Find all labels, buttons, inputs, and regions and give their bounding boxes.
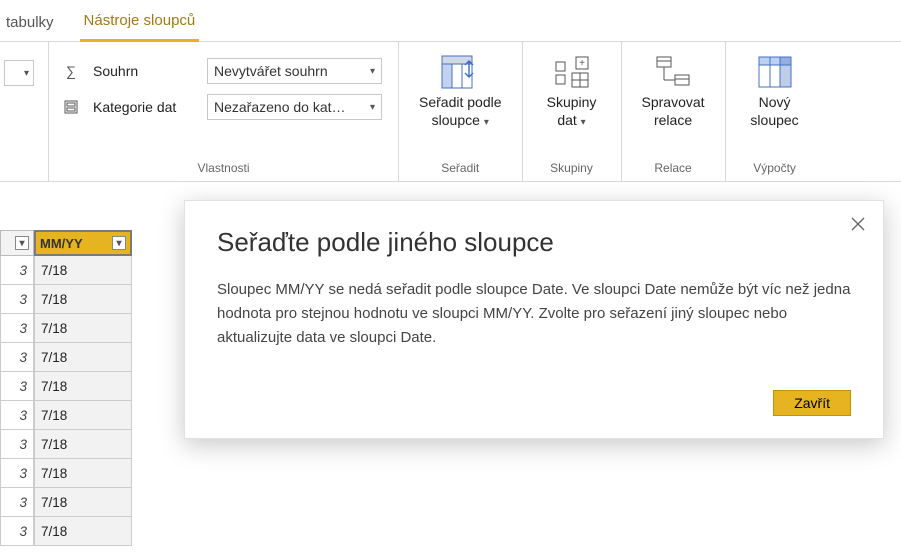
table-row[interactable]: 37/18: [0, 430, 140, 459]
cell-b[interactable]: 7/18: [34, 459, 132, 488]
table-row[interactable]: 37/18: [0, 459, 140, 488]
table-row[interactable]: 37/18: [0, 401, 140, 430]
cell-a[interactable]: 3: [0, 430, 34, 459]
sigma-icon: ∑: [63, 63, 79, 79]
cell-a[interactable]: 3: [0, 401, 34, 430]
sort-table-icon: [440, 52, 480, 92]
column-header-a[interactable]: ▾: [0, 230, 34, 256]
tab-nastroje-sloupcu[interactable]: Nástroje sloupců: [80, 4, 200, 42]
cell-a[interactable]: 3: [0, 343, 34, 372]
souhrn-label: Souhrn: [93, 63, 193, 79]
table-row[interactable]: 37/18: [0, 343, 140, 372]
cell-a[interactable]: 3: [0, 285, 34, 314]
kategorie-select[interactable]: Nezařazeno do kat… ▾: [207, 94, 382, 120]
group-label-seradit: Seřadit: [441, 157, 479, 177]
dialog-close-confirm-button[interactable]: Zavřít: [773, 390, 851, 416]
ribbon: ▾ ∑ Souhrn Nevytvářet souhrn ▾ Kategorie…: [0, 42, 901, 182]
svg-text:+: +: [579, 58, 585, 69]
cell-b[interactable]: 7/18: [34, 285, 132, 314]
dialog-body: Sloupec MM/YY se nedá seřadit podle slou…: [217, 278, 851, 350]
group-label-vlastnosti: Vlastnosti: [197, 157, 249, 177]
cell-b[interactable]: 7/18: [34, 488, 132, 517]
table-row[interactable]: 37/18: [0, 256, 140, 285]
cell-a[interactable]: 3: [0, 314, 34, 343]
cell-b[interactable]: 7/18: [34, 430, 132, 459]
souhrn-select[interactable]: Nevytvářet souhrn ▾: [207, 58, 382, 84]
table-row[interactable]: 37/18: [0, 517, 140, 546]
chevron-down-icon: ▾: [370, 102, 375, 113]
cell-a[interactable]: 3: [0, 459, 34, 488]
table-row[interactable]: 37/18: [0, 488, 140, 517]
group-label-skupiny: Skupiny: [550, 157, 593, 177]
close-icon: [851, 217, 865, 231]
dialog-title: Seřaďte podle jiného sloupce: [217, 227, 851, 258]
sort-by-column-button[interactable]: Seřadit podle sloupce ▾: [413, 52, 508, 129]
dialog-close-button[interactable]: [847, 213, 869, 235]
cell-a[interactable]: 3: [0, 372, 34, 401]
table-row[interactable]: 37/18: [0, 314, 140, 343]
cell-a[interactable]: 3: [0, 256, 34, 285]
data-grid: ▾ MM/YY ▾ 37/1837/1837/1837/1837/1837/18…: [0, 230, 140, 546]
cell-a[interactable]: 3: [0, 517, 34, 546]
cell-b[interactable]: 7/18: [34, 256, 132, 285]
chevron-down-icon: ▾: [581, 117, 586, 128]
category-icon: [63, 100, 79, 114]
kategorie-value: Nezařazeno do kat…: [214, 99, 346, 115]
unknown-dropdown[interactable]: ▾: [4, 60, 34, 86]
kategorie-label: Kategorie dat: [93, 99, 193, 115]
cell-b[interactable]: 7/18: [34, 401, 132, 430]
chevron-down-icon: ▾: [370, 66, 375, 77]
chevron-down-icon: ▾: [484, 117, 489, 128]
new-column-button[interactable]: Nový sloupec: [740, 52, 810, 129]
column-header-label: MM/YY: [40, 236, 83, 251]
manage-relations-button[interactable]: Spravovat relace: [636, 52, 711, 129]
groups-icon: +: [552, 52, 592, 92]
souhrn-value: Nevytvářet souhrn: [214, 63, 328, 79]
new-column-icon: [755, 52, 795, 92]
group-label-relace: Relace: [654, 157, 691, 177]
cell-a[interactable]: 3: [0, 488, 34, 517]
ribbon-tabs: tabulky Nástroje sloupců: [0, 0, 901, 42]
data-groups-button[interactable]: + Skupiny dat ▾: [537, 52, 607, 129]
relations-icon: [653, 52, 693, 92]
error-dialog: Seřaďte podle jiného sloupce Sloupec MM/…: [184, 200, 884, 439]
tab-tabulky[interactable]: tabulky: [2, 6, 58, 41]
cell-b[interactable]: 7/18: [34, 372, 132, 401]
column-header-mmyy[interactable]: MM/YY ▾: [34, 230, 132, 256]
table-row[interactable]: 37/18: [0, 372, 140, 401]
cell-b[interactable]: 7/18: [34, 314, 132, 343]
filter-icon[interactable]: ▾: [15, 236, 29, 250]
cell-b[interactable]: 7/18: [34, 343, 132, 372]
table-row[interactable]: 37/18: [0, 285, 140, 314]
group-label-vypocty: Výpočty: [753, 157, 796, 177]
filter-icon[interactable]: ▾: [112, 236, 126, 250]
chevron-down-icon: ▾: [24, 68, 29, 79]
cell-b[interactable]: 7/18: [34, 517, 132, 546]
